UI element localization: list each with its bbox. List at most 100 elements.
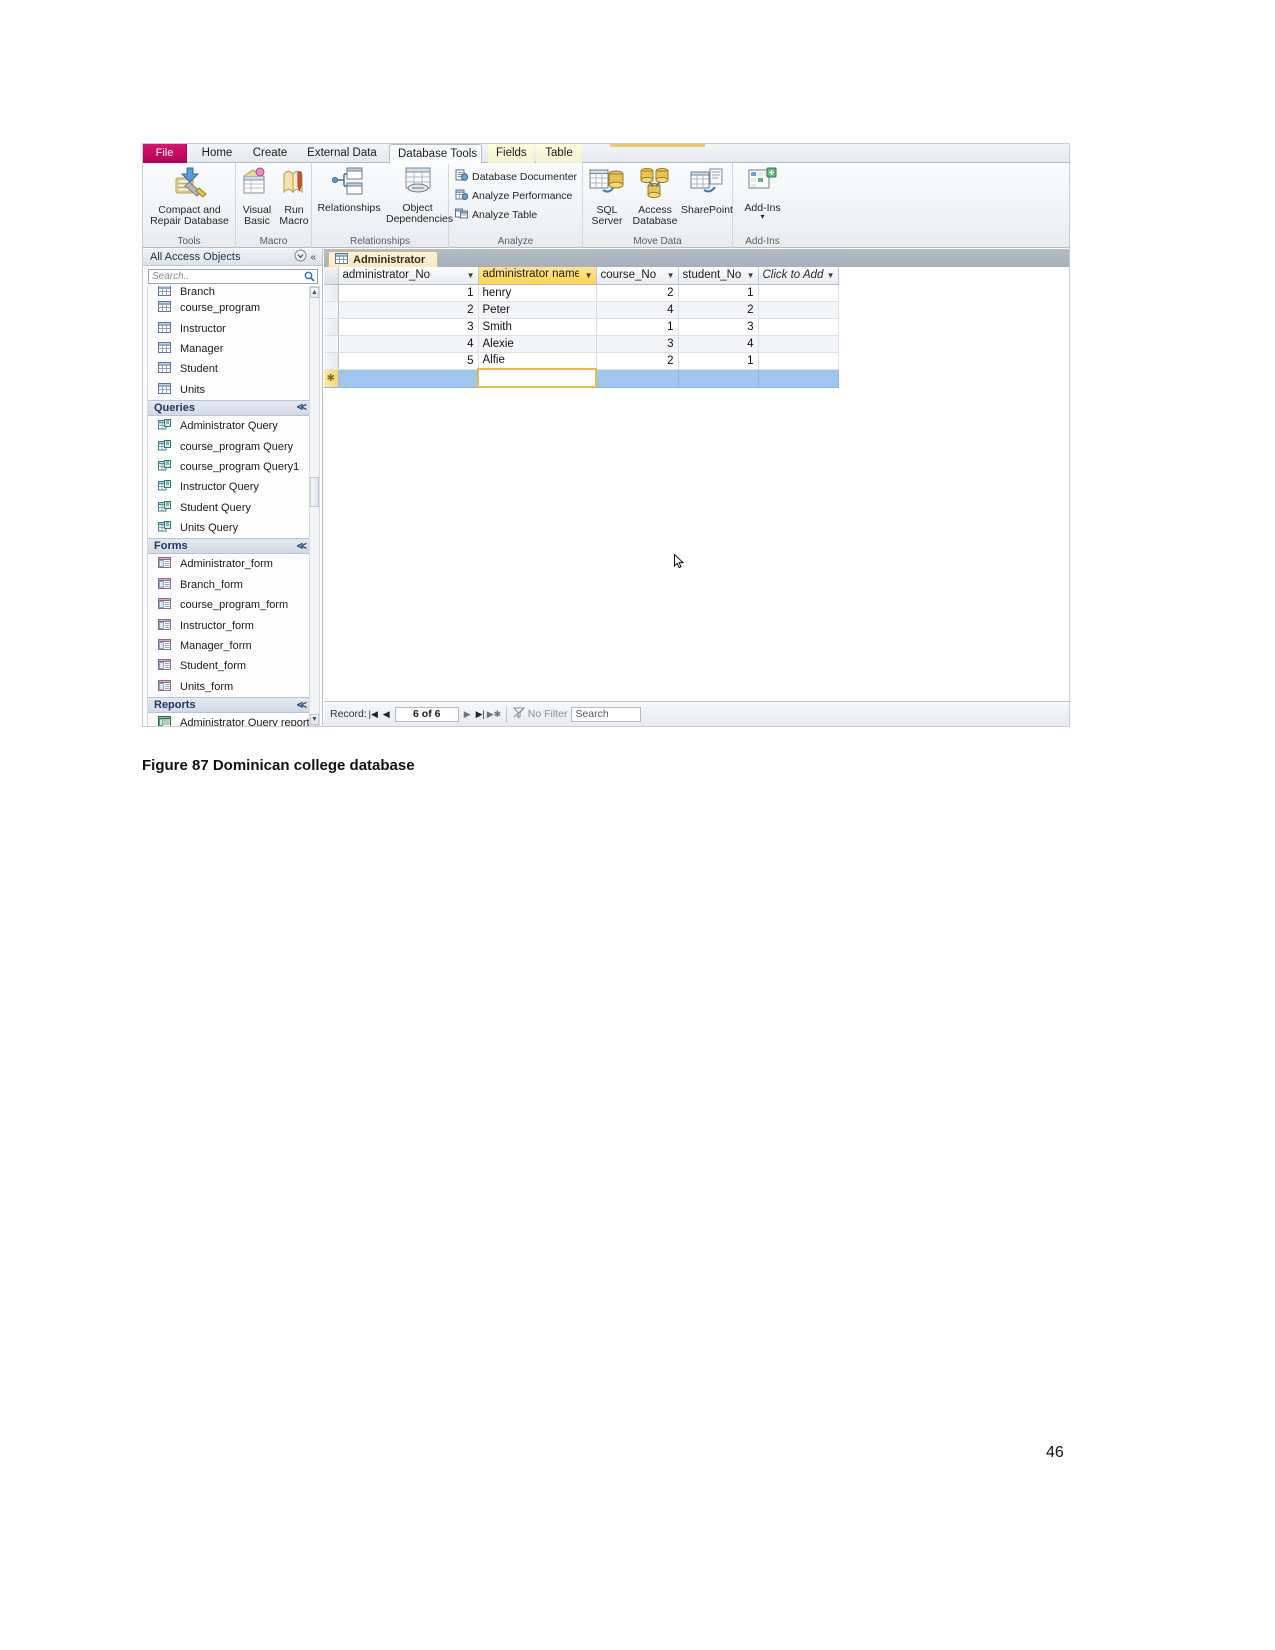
cell-administrator-name[interactable]: Smith — [478, 318, 597, 336]
new-cell-empty[interactable] — [758, 369, 839, 388]
nav-item-units[interactable]: Units — [148, 380, 312, 400]
column-header-student-no[interactable]: student_No ▼ — [678, 267, 759, 285]
analyze-performance-button[interactable]: Analyze Performance — [455, 188, 572, 204]
nav-item-instructor-form[interactable]: Instructor_form — [148, 615, 312, 635]
cell-student-no[interactable]: 4 — [678, 335, 759, 353]
column-header-administrator-no[interactable]: administrator_No ▼ — [338, 267, 479, 285]
chevron-down-icon[interactable]: ▼ — [467, 271, 475, 280]
analyze-table-button[interactable]: Analyze Table — [455, 207, 537, 223]
cell-course-no[interactable]: 2 — [596, 284, 679, 302]
tab-home[interactable]: Home — [193, 144, 241, 163]
row-selector[interactable] — [324, 284, 339, 302]
column-header-click-to-add[interactable]: Click to Add ▼ — [758, 267, 839, 285]
next-record-button[interactable]: ▶ — [461, 709, 474, 720]
nav-item-course-program[interactable]: course_program — [148, 298, 312, 318]
chevron-up-icon[interactable]: ≪ — [297, 541, 307, 552]
database-documenter-button[interactable]: Database Documenter — [455, 169, 577, 185]
add-ins-button[interactable]: Add-Ins ▾ — [733, 166, 792, 221]
nav-item-course-program-query[interactable]: course_program Query — [148, 436, 312, 456]
access-database-button[interactable]: Access Database — [629, 166, 681, 227]
navigation-object-list[interactable]: Branch course_program Instructor Manager… — [147, 286, 312, 726]
datasheet-view[interactable]: administrator_No ▼ administrator name ▼ … — [324, 267, 1069, 701]
run-macro-button[interactable]: Run Macro — [276, 166, 312, 227]
datasheet-grid[interactable]: administrator_No ▼ administrator name ▼ … — [324, 267, 839, 388]
cell-empty[interactable] — [758, 284, 839, 302]
nav-item-manager-form[interactable]: Manager_form — [148, 636, 312, 656]
cell-course-no[interactable]: 3 — [596, 335, 679, 353]
scroll-down-icon[interactable]: ▼ — [310, 714, 319, 725]
tab-file[interactable]: File — [143, 144, 187, 163]
cell-student-no[interactable]: 2 — [678, 301, 759, 319]
cell-administrator-no[interactable]: 4 — [338, 335, 479, 353]
cell-course-no[interactable]: 1 — [596, 318, 679, 336]
nav-item-instructor-query[interactable]: Instructor Query — [148, 477, 312, 497]
row-selector[interactable] — [324, 301, 339, 319]
navigation-scrollbar[interactable]: ▲ ▼ — [309, 286, 320, 726]
nav-item-administrator-query[interactable]: Administrator Query — [148, 416, 312, 436]
document-tab-administrator[interactable]: Administrator — [328, 251, 439, 267]
cell-student-no[interactable]: 1 — [678, 352, 759, 370]
table-row[interactable]: 1 henry 2 1 — [324, 284, 839, 302]
nav-group-reports[interactable]: Reports ≪ — [148, 697, 312, 714]
row-selector[interactable] — [324, 352, 339, 370]
filter-status[interactable]: No Filter — [512, 707, 567, 721]
chevron-up-icon[interactable]: ≪ — [297, 700, 307, 711]
tab-external-data[interactable]: External Data — [298, 144, 386, 163]
cell-administrator-no[interactable]: 3 — [338, 318, 479, 336]
object-dependencies-button[interactable]: Object Dependencies — [386, 166, 453, 225]
cell-administrator-no[interactable]: 2 — [338, 301, 479, 319]
new-record-row[interactable]: ✱ — [324, 368, 839, 388]
chevron-down-icon[interactable]: ▼ — [585, 271, 593, 280]
nav-item-administrator-query-report[interactable]: Administrator Query report — [148, 713, 312, 726]
nav-group-forms[interactable]: Forms ≪ — [148, 538, 312, 555]
cell-administrator-name[interactable]: Alexie — [478, 335, 597, 353]
sharepoint-button[interactable]: SharePoint — [681, 166, 733, 216]
nav-item-instructor[interactable]: Instructor — [148, 318, 312, 338]
previous-record-button[interactable]: ◀ — [380, 709, 393, 720]
nav-item-administrator-form[interactable]: Administrator_form — [148, 554, 312, 574]
nav-item-branch[interactable]: Branch — [148, 286, 312, 298]
nav-item-student-query[interactable]: Student Query — [148, 498, 312, 518]
select-all-corner[interactable] — [324, 267, 339, 285]
first-record-button[interactable]: |◀ — [367, 709, 380, 720]
cell-administrator-no[interactable]: 5 — [338, 352, 479, 370]
tab-create[interactable]: Create — [244, 144, 296, 163]
tab-table[interactable]: Table — [536, 144, 582, 163]
column-header-administrator-name[interactable]: administrator name ▼ — [478, 267, 597, 285]
cell-empty[interactable] — [758, 335, 839, 353]
column-header-course-no[interactable]: course_No ▼ — [596, 267, 679, 285]
new-cell-course-no[interactable] — [596, 369, 679, 388]
search-icon[interactable] — [304, 271, 315, 285]
chevron-down-icon[interactable]: ▼ — [747, 271, 755, 280]
navigation-pane-menu-icon[interactable] — [294, 249, 307, 265]
tab-database-tools[interactable]: Database Tools — [389, 144, 482, 164]
table-row[interactable]: 3 Smith 1 3 — [324, 318, 839, 336]
nav-item-student[interactable]: Student — [148, 359, 312, 379]
navigation-search-input[interactable]: Search.. — [148, 269, 318, 284]
cell-empty[interactable] — [758, 352, 839, 370]
scroll-up-icon[interactable]: ▲ — [310, 287, 319, 298]
table-row[interactable]: 5 Alfie 2 1 — [324, 352, 839, 370]
nav-item-units-query[interactable]: Units Query — [148, 518, 312, 538]
nav-item-manager[interactable]: Manager — [148, 339, 312, 359]
nav-item-units-form[interactable]: Units_form — [148, 677, 312, 697]
cell-student-no[interactable]: 1 — [678, 284, 759, 302]
chevron-up-icon[interactable]: ≪ — [297, 402, 307, 413]
tab-fields[interactable]: Fields — [488, 144, 534, 163]
sql-server-button[interactable]: SQL Server — [585, 166, 629, 227]
row-selector[interactable] — [324, 318, 339, 336]
scrollbar-thumb[interactable] — [310, 477, 319, 507]
nav-item-branch-form[interactable]: Branch_form — [148, 575, 312, 595]
new-record-marker[interactable]: ✱ — [324, 369, 339, 388]
relationships-button[interactable]: Relationships — [312, 166, 386, 214]
search-records-input[interactable]: Search — [571, 706, 642, 722]
new-cell-administrator-name[interactable] — [477, 368, 597, 388]
last-record-button[interactable]: ▶| — [474, 709, 487, 720]
chevron-down-icon[interactable]: ▼ — [827, 271, 835, 280]
navigation-pane-collapse-icon[interactable]: « — [307, 252, 319, 263]
nav-item-course-program-query1[interactable]: course_program Query1 — [148, 457, 312, 477]
compact-and-repair-database-button[interactable]: Compact and Repair Database — [143, 166, 236, 227]
visual-basic-button[interactable]: Visual Basic — [238, 166, 276, 227]
cell-course-no[interactable]: 4 — [596, 301, 679, 319]
cell-empty[interactable] — [758, 301, 839, 319]
